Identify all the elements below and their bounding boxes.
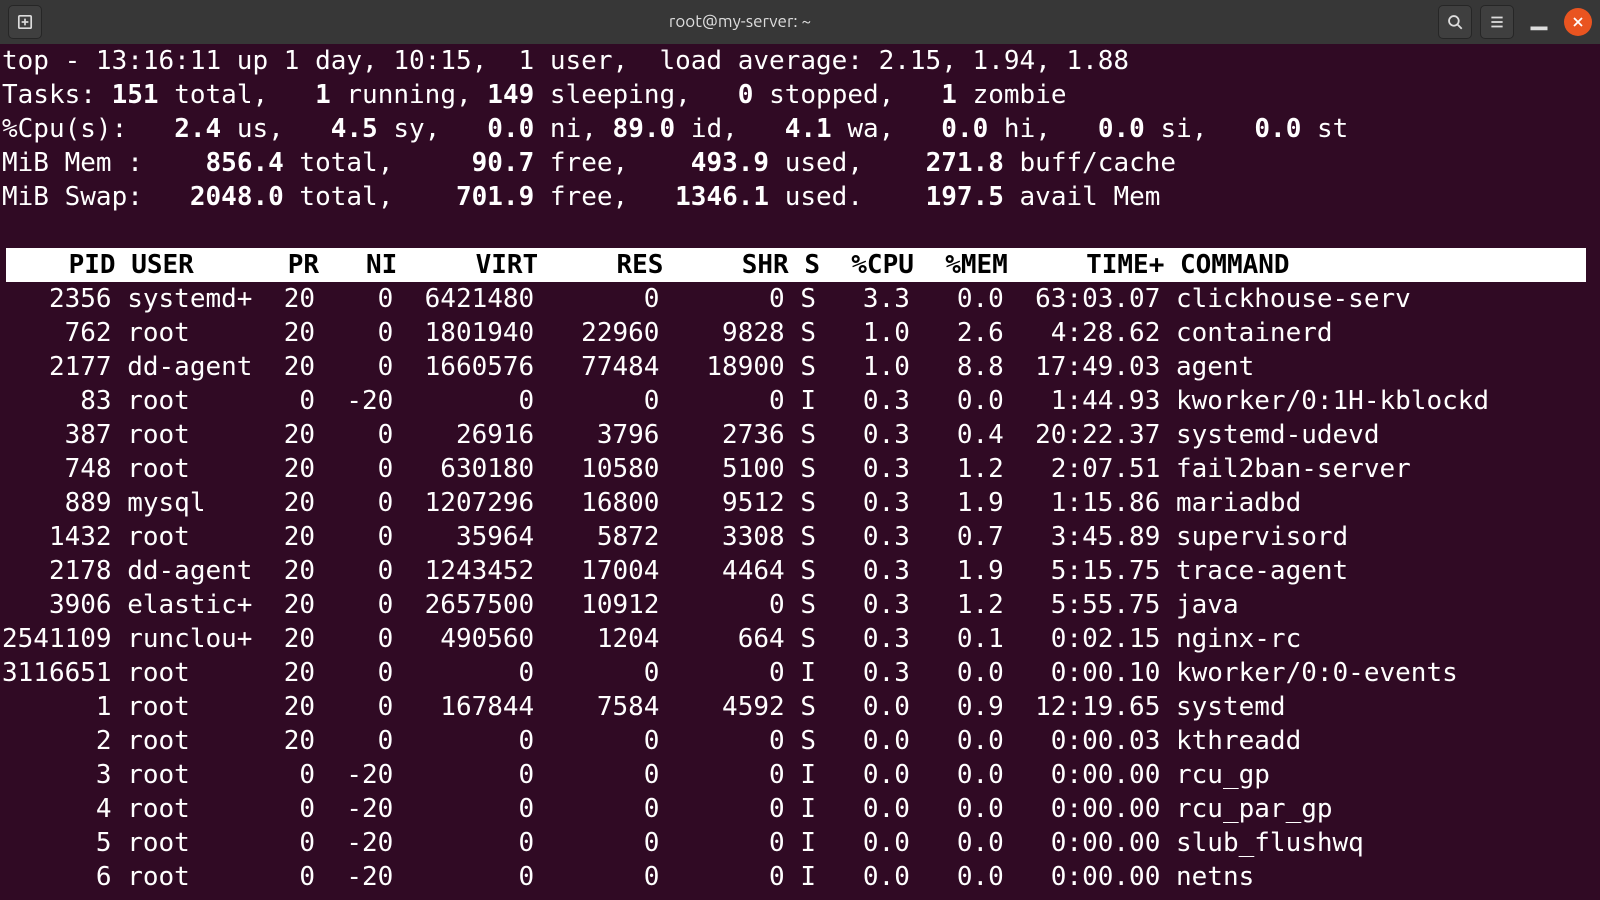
terminal-output[interactable]: top - 13:16:11 up 1 day, 10:15, 1 user, … bbox=[0, 44, 1600, 900]
window-title: root@my-server: ~ bbox=[42, 5, 1438, 39]
new-tab-button[interactable] bbox=[8, 5, 42, 39]
minimize-button[interactable] bbox=[1522, 5, 1556, 39]
minimize-icon bbox=[1522, 5, 1556, 39]
window-titlebar: root@my-server: ~ bbox=[0, 0, 1600, 44]
hamburger-icon bbox=[1488, 13, 1506, 31]
close-icon bbox=[1572, 16, 1584, 28]
search-button[interactable] bbox=[1438, 5, 1472, 39]
menu-button[interactable] bbox=[1480, 5, 1514, 39]
column-header-row: PID USER PR NI VIRT RES SHR S %CPU %MEM … bbox=[6, 248, 1586, 282]
new-tab-icon bbox=[16, 13, 34, 31]
search-icon bbox=[1446, 13, 1464, 31]
close-button[interactable] bbox=[1564, 8, 1592, 36]
